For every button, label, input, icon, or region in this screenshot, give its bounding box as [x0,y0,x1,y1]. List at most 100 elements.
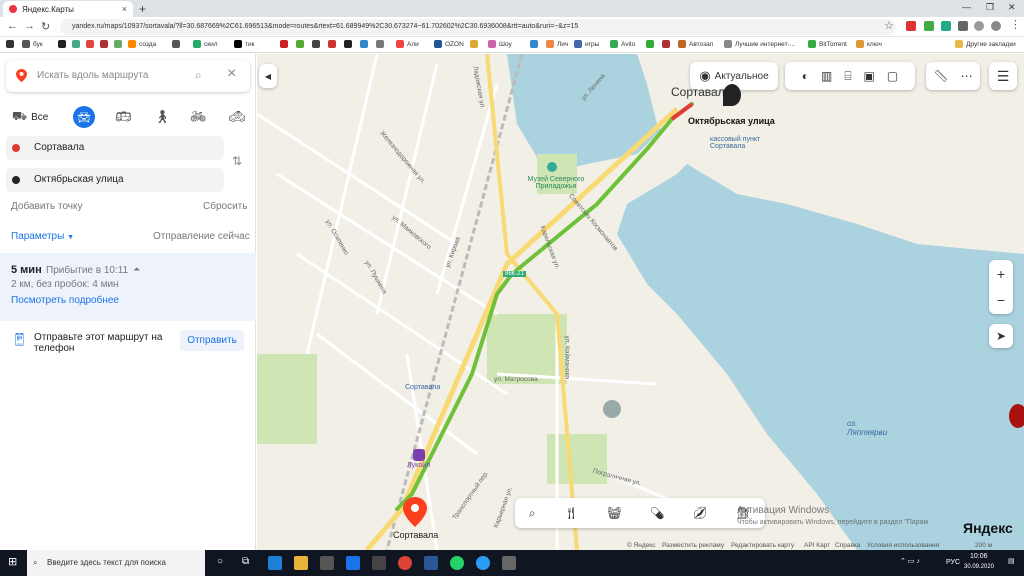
zoom-in-button[interactable]: + [997,261,1005,287]
notifications-icon[interactable]: ▤ [1008,557,1015,565]
add-point-link[interactable]: Добавить точку [11,201,82,212]
bookmark-item[interactable]: скил [193,40,218,48]
waypoint-to-text[interactable]: Октябрьская улица [34,174,124,185]
mode-walk[interactable]: 🚶︎ [154,106,171,128]
bookmark-item[interactable]: созда [128,40,156,48]
mail-icon[interactable] [346,556,360,570]
browser-menu-icon[interactable]: ⋮ [1010,18,1021,31]
menu-button[interactable]: ☰ [989,62,1017,90]
offline-icon[interactable]: ▢ [887,69,898,83]
waypoint-from[interactable]: Сортавала [6,136,224,160]
taskbar-search-placeholder[interactable]: Введите здесь текст для поиска [47,558,166,567]
bookmark-item[interactable]: игры [574,40,599,48]
whatsapp-icon[interactable] [450,556,464,570]
bookmark-item[interactable]: BitTorrent [808,40,847,48]
close-tab-icon[interactable]: × [122,4,127,14]
restaurant-icon[interactable]: 🍴︎ [564,506,579,520]
browser-tab[interactable]: Яндекс.Карты × [3,1,133,17]
taskbar-search[interactable]: ⌕ Введите здесь текст для поиска [27,550,205,576]
bookmark-item[interactable]: Лучшие интернет-... [724,40,795,48]
bookmark-item[interactable] [280,40,291,48]
close-window-icon[interactable]: ✕ [1008,2,1016,13]
reset-link[interactable]: Сбросить [203,201,247,212]
destination-marker-icon[interactable] [723,84,741,106]
search-placeholder[interactable]: Искать вдоль маршрута [37,70,148,81]
copyright[interactable]: © Яндекс [627,542,655,549]
ruler-icon[interactable]: 📏︎ [933,69,948,83]
extensions-puzzle-icon[interactable] [958,21,968,31]
museum-icon[interactable] [547,162,557,172]
bookmark-item[interactable] [344,40,355,48]
extension-icon[interactable] [906,21,916,31]
geolocation-button[interactable]: ➤ [989,324,1013,348]
bookmark-item[interactable] [360,40,371,48]
map-canvas[interactable]: ◀ ◉ Актуальное ◐ ▥ ⌸ ▣ ▢ 📏︎ ⋯ ☰ + − ➤ Со… [257,54,1024,550]
bookmark-item[interactable] [662,40,673,48]
bookmark-item[interactable] [114,40,125,48]
route-more-link[interactable]: Посмотреть подробнее [11,295,119,306]
profile-avatar[interactable] [974,21,984,31]
new-tab-button[interactable]: + [139,2,146,16]
bookmark-item[interactable]: Автозап [678,40,713,48]
bookmark-item[interactable] [100,40,111,48]
send-button[interactable]: Отправить [180,330,244,351]
route-card[interactable]: 5 мин Прибытие в 10:11 ⏶ 2 км, без пробо… [0,253,256,321]
shopping-basket-icon[interactable]: 🧺︎ [607,506,622,520]
transport-icon[interactable]: ▣ [864,69,875,83]
footer-link[interactable]: Редактировать карту [731,542,794,549]
mode-bus[interactable]: 🚌︎ [115,106,132,128]
route-search-box[interactable]: Искать вдоль маршрута ⌕ × [6,60,250,92]
bookmark-item[interactable]: OZON [434,40,464,48]
task-view-icon[interactable]: ⧉ [242,556,249,567]
bookmark-item[interactable]: бук [22,40,43,48]
bookmark-item[interactable] [72,40,83,48]
mode-bike[interactable]: 🚲︎ [190,106,207,128]
bookmark-item[interactable]: ключ [856,40,882,48]
panorama-icon[interactable]: ▥ [821,69,832,83]
language-indicator[interactable]: РУС [946,559,960,566]
bookmark-item[interactable] [312,40,323,48]
reload-icon[interactable]: ↻ [41,20,50,33]
swap-icon[interactable]: ⇅ [232,154,242,168]
bookmark-item[interactable]: Лич [546,40,568,48]
footer-link[interactable]: API Карт [804,542,830,549]
mode-all[interactable]: ⛟ Все [12,106,48,128]
url-field[interactable]: yandex.ru/maps/10937/sortavala/?ll=30.68… [60,19,896,35]
waypoint-from-text[interactable]: Сортавала [34,142,84,153]
bookmark-item[interactable] [530,40,541,48]
start-marker-icon[interactable] [403,497,427,527]
tray-icons[interactable]: ⌃ ▭ ♪ [900,557,920,565]
bookmark-item[interactable]: тик [234,40,254,48]
bookmark-item[interactable] [296,40,307,48]
bookmark-star-icon[interactable]: ☆ [884,19,894,32]
params-link[interactable]: Параметры ▼ [11,231,74,242]
bookmark-item[interactable] [470,40,481,48]
waypoint-to[interactable]: Октябрьская улица [6,168,224,192]
layers-icon[interactable]: ◐ [802,69,809,83]
maximize-icon[interactable]: ❐ [986,2,994,13]
search-icon[interactable]: ⌕ [195,68,202,83]
bookmark-item[interactable] [646,40,657,48]
bookmark-item[interactable] [376,40,387,48]
bookmark-item[interactable]: Avito [610,40,635,48]
app-icon[interactable] [372,556,386,570]
camera-icon[interactable]: ⌸ [844,69,851,84]
mode-taxi[interactable]: 🚕︎ [229,106,246,128]
edge-icon[interactable] [268,556,282,570]
map-search-pin-icon[interactable] [603,400,621,418]
back-icon[interactable]: ← [7,20,18,32]
bookmark-item[interactable] [58,40,69,48]
chrome-icon[interactable] [398,556,412,570]
app-icon[interactable] [424,556,438,570]
bookmark-item[interactable] [172,40,183,48]
extension-icon[interactable] [924,21,934,31]
departure-text[interactable]: Отправление сейчас [153,231,250,242]
other-bookmarks[interactable]: Другие закладки [955,40,1016,48]
app-icon[interactable] [502,556,516,570]
footer-link[interactable]: Разместить рекламу [662,542,724,549]
extension-icon[interactable] [941,21,951,31]
clock-time[interactable]: 10:06 [970,553,988,560]
mode-car[interactable]: 🚘︎ [73,106,95,128]
fuel-icon[interactable] [413,449,425,461]
zoom-out-button[interactable]: − [997,287,1005,313]
